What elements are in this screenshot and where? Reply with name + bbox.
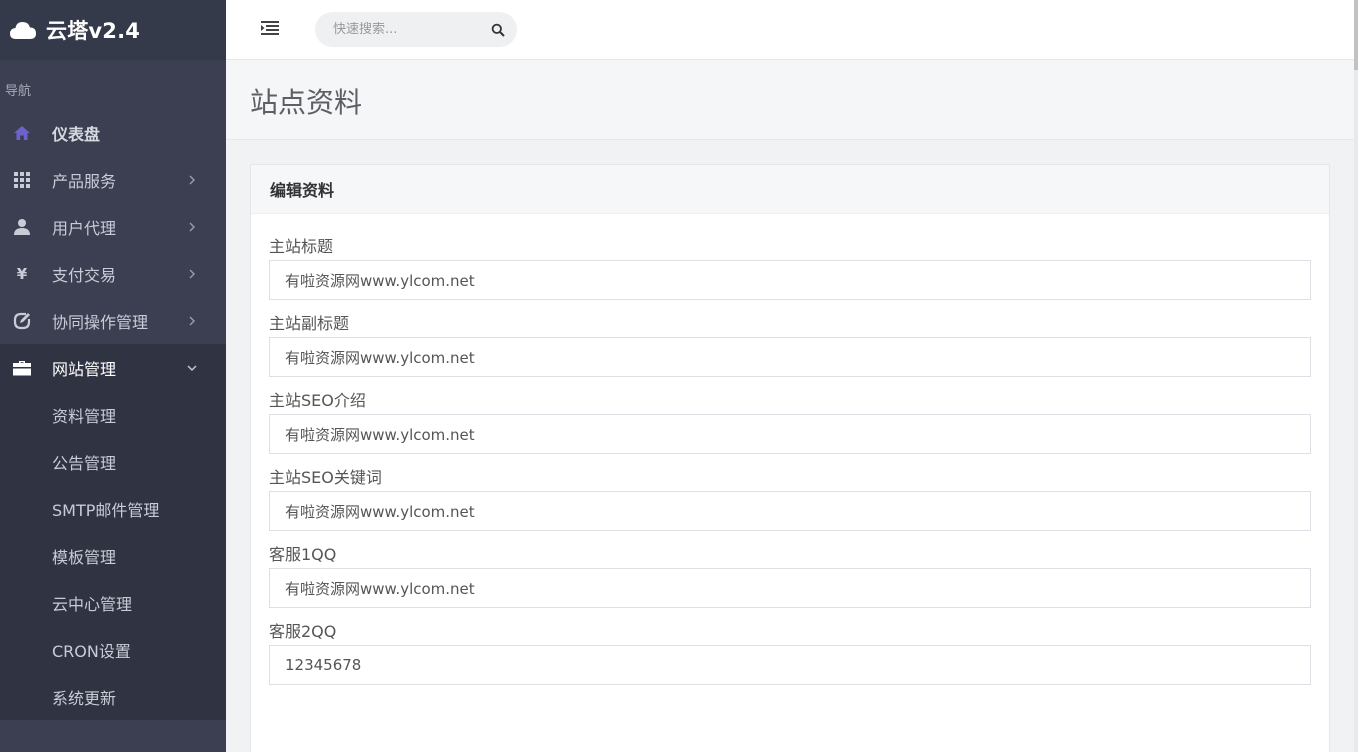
- chevron-right-icon: [185, 266, 199, 280]
- sidebar: 云塔v2.4 导航 仪表盘 产品服务 用户代理 ¥ 支付交易 协同操作管理 网站…: [0, 0, 226, 752]
- sidebar-item-label: 仪表盘: [52, 124, 101, 144]
- sidebar-item-label: 协同操作管理: [52, 312, 149, 332]
- form-group-site-title: 主站标题: [269, 233, 1311, 300]
- submenu-item-cron[interactable]: CRON设置: [0, 626, 226, 673]
- sidebar-item-collab[interactable]: 协同操作管理: [0, 297, 226, 344]
- form-group-seo-description: 主站SEO介绍: [269, 387, 1311, 454]
- sidebar-menu: 仪表盘 产品服务 用户代理 ¥ 支付交易 协同操作管理 网站管理 资料管理 公告…: [0, 109, 226, 751]
- sidebar-item-label: 网站管理: [52, 359, 117, 379]
- submenu-item-cloud-center[interactable]: 云中心管理: [0, 579, 226, 626]
- field-label: 主站SEO介绍: [269, 391, 366, 410]
- submenu-item-notice[interactable]: 公告管理: [0, 438, 226, 485]
- site-subtitle-input[interactable]: [269, 337, 1311, 377]
- form-group-seo-keywords: 主站SEO关键词: [269, 464, 1311, 531]
- chevron-right-icon: [185, 313, 199, 327]
- grid-icon: [12, 170, 32, 190]
- page-title: 站点资料: [250, 86, 363, 119]
- field-label: 主站副标题: [269, 314, 350, 333]
- field-label: 客服1QQ: [269, 545, 337, 564]
- main-content: 编辑资料 主站标题 主站副标题 主站SEO介绍 主站SEO关键词 客服1QQ: [226, 140, 1358, 752]
- chevron-right-icon: [185, 219, 199, 233]
- brand[interactable]: 云塔v2.4: [0, 0, 226, 60]
- page-scrollbar[interactable]: [1354, 0, 1358, 752]
- field-label: 主站标题: [269, 237, 334, 256]
- chevron-right-icon: [185, 172, 199, 186]
- sidebar-item-label: 用户代理: [52, 218, 117, 238]
- support-qq2-input[interactable]: [269, 645, 1311, 685]
- field-label: 主站SEO关键词: [269, 468, 382, 487]
- form-group-site-subtitle: 主站副标题: [269, 310, 1311, 377]
- sidebar-item-users[interactable]: 用户代理: [0, 203, 226, 250]
- sidebar-item-label: 支付交易: [52, 265, 117, 285]
- submenu-item-update[interactable]: 系统更新: [0, 673, 226, 720]
- search-input[interactable]: [315, 22, 475, 37]
- submenu-item-smtp[interactable]: SMTP邮件管理: [0, 485, 226, 532]
- sidebar-item-site-management[interactable]: 网站管理: [0, 344, 226, 391]
- page-header: 站点资料: [226, 61, 1358, 140]
- search-box: [315, 12, 517, 47]
- form-group-support-qq2: 客服2QQ: [269, 618, 1311, 685]
- field-label: 客服2QQ: [269, 622, 337, 641]
- site-title-input[interactable]: [269, 260, 1311, 300]
- sidebar-item-label: 产品服务: [52, 171, 117, 191]
- search-icon[interactable]: [491, 22, 505, 37]
- edit-icon: [12, 311, 32, 331]
- support-qq1-input[interactable]: [269, 568, 1311, 608]
- chevron-down-icon: [185, 360, 199, 374]
- home-icon: [12, 123, 32, 143]
- scrollbar-thumb[interactable]: [1354, 0, 1358, 70]
- seo-keywords-input[interactable]: [269, 491, 1311, 531]
- cloud-icon: [9, 19, 37, 41]
- submenu-item-template[interactable]: 模板管理: [0, 532, 226, 579]
- topbar: [226, 0, 1358, 60]
- submenu-site-management: 资料管理 公告管理 SMTP邮件管理 模板管理 云中心管理 CRON设置 系统更…: [0, 391, 226, 720]
- yen-icon: ¥: [16, 264, 28, 283]
- sidebar-item-payment[interactable]: ¥ 支付交易: [0, 250, 226, 297]
- edit-profile-card: 编辑资料 主站标题 主站副标题 主站SEO介绍 主站SEO关键词 客服1QQ: [250, 164, 1330, 752]
- sidebar-footer-space: [0, 720, 226, 751]
- submenu-item-profile[interactable]: 资料管理: [0, 391, 226, 438]
- form-group-support-qq1: 客服1QQ: [269, 541, 1311, 608]
- sidebar-item-products[interactable]: 产品服务: [0, 156, 226, 203]
- profile-form: 主站标题 主站副标题 主站SEO介绍 主站SEO关键词 客服1QQ 客服2QQ: [251, 214, 1329, 685]
- seo-description-input[interactable]: [269, 414, 1311, 454]
- brand-title: 云塔v2.4: [46, 19, 141, 43]
- menu-toggle-icon[interactable]: [261, 20, 279, 36]
- briefcase-icon: [12, 358, 32, 378]
- card-title: 编辑资料: [251, 165, 1329, 214]
- user-icon: [12, 217, 32, 237]
- sidebar-item-dashboard[interactable]: 仪表盘: [0, 109, 226, 156]
